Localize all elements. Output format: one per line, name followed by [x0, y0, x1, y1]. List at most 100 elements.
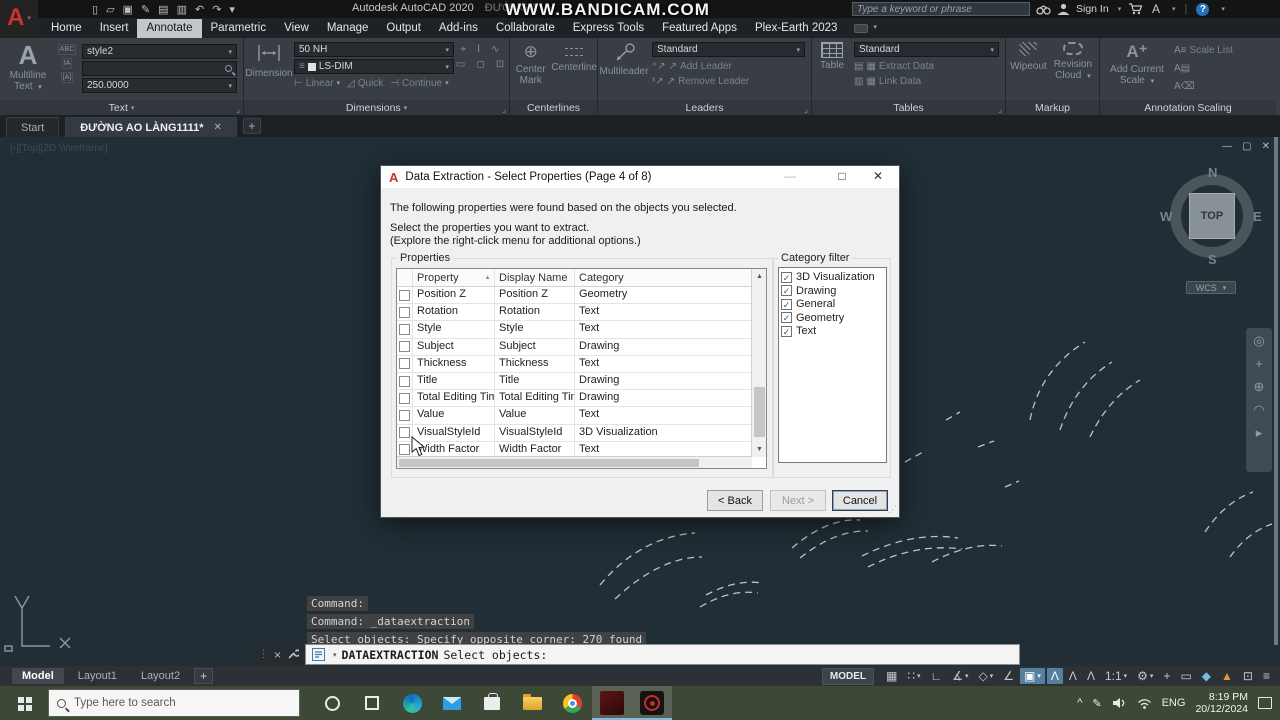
taskbar-search[interactable]: Type here to search	[48, 689, 300, 717]
category-checkbox[interactable]: ✓	[781, 312, 792, 323]
save-icon[interactable]: ▣	[123, 3, 133, 16]
navigation-wheel-icon[interactable]: ◎	[1253, 334, 1264, 348]
table-button[interactable]: Table	[812, 38, 852, 100]
new-layout-button[interactable]: +	[194, 668, 213, 684]
snap-icon[interactable]: ∷▾	[903, 668, 924, 684]
showmotion-icon[interactable]: ▸	[1256, 426, 1263, 440]
ribbon-tab-add-ins[interactable]: Add-ins	[430, 19, 487, 38]
dialog-title-bar[interactable]: A Data Extraction - Select Properties (P…	[381, 166, 899, 188]
multileader-button[interactable]: Multileader	[598, 38, 650, 100]
dim-style-select[interactable]: 50 NH▾	[294, 42, 454, 57]
save-as-icon[interactable]: ✎	[141, 3, 150, 16]
header-display-name[interactable]: Display Name	[495, 269, 575, 286]
recent-commands-icon[interactable]: ▾	[333, 651, 337, 659]
row-checkbox[interactable]	[399, 341, 410, 352]
start-button[interactable]	[0, 686, 48, 720]
cart-icon[interactable]	[1128, 3, 1143, 15]
close-command-line-icon[interactable]: ×	[274, 648, 281, 662]
screen-record-icon[interactable]	[854, 24, 868, 33]
dialog-launcher-icon[interactable]: ⌟	[998, 105, 1002, 114]
file-tab-active-document[interactable]: ĐƯỜNG AO LÀNG1111*✕	[65, 117, 237, 137]
redo-icon[interactable]: ↷	[212, 3, 221, 16]
dialog-maximize-button[interactable]: □	[831, 169, 853, 183]
cortana-taskbar-button[interactable]	[312, 686, 352, 720]
row-checkbox[interactable]	[399, 358, 410, 369]
row-checkbox[interactable]	[399, 307, 410, 318]
row-checkbox[interactable]	[399, 376, 410, 387]
ribbon-tab-collaborate[interactable]: Collaborate	[487, 19, 564, 38]
layout-tab-model[interactable]: Model	[12, 668, 64, 684]
wifi-icon[interactable]	[1137, 698, 1152, 709]
category-checkbox[interactable]: ✓	[781, 285, 792, 296]
continue-button[interactable]: Continue	[402, 78, 442, 89]
chevron-down-icon[interactable]: ▾	[873, 23, 877, 31]
layout-tab-layout1[interactable]: Layout1	[68, 668, 127, 684]
scroll-up-icon[interactable]: ▲	[752, 269, 767, 284]
hidden-icons-chevron[interactable]: ^	[1077, 697, 1082, 709]
command-input[interactable]: ▾ DATAEXTRACTION Select objects:	[305, 644, 1020, 665]
dim-layer-select[interactable]: ≡LS-DIM▾	[294, 59, 454, 74]
spell-check-icon[interactable]: ABC	[58, 44, 76, 55]
customization-icon[interactable]: ≡	[1259, 668, 1274, 684]
layout-tab-layout2[interactable]: Layout2	[131, 668, 190, 684]
ribbon-tab-insert[interactable]: Insert	[91, 19, 138, 38]
dim-update-icon[interactable]: ▭	[456, 59, 465, 70]
ribbon-tab-output[interactable]: Output	[377, 19, 430, 38]
help-search-input[interactable]	[852, 2, 1030, 16]
panel-title-markup[interactable]: Markup	[1006, 100, 1099, 115]
dialog-launcher-icon[interactable]: ⌟	[502, 105, 506, 114]
model-space-indicator[interactable]: MODEL	[822, 668, 874, 685]
link-data-button[interactable]: Link Data	[879, 76, 921, 87]
cancel-button[interactable]: Cancel	[832, 490, 888, 511]
row-checkbox[interactable]	[399, 410, 410, 421]
category-checkbox[interactable]: ✓	[781, 299, 792, 310]
object-snap-icon[interactable]: ▣▾	[1020, 668, 1045, 684]
ortho-icon[interactable]: ∟	[927, 668, 947, 684]
dim-jog-icon[interactable]: ∿	[491, 44, 499, 55]
workspace-icon[interactable]: ⚙▾	[1133, 668, 1157, 684]
horizontal-scroll-thumb[interactable]	[399, 459, 699, 467]
remove-leader-button[interactable]: Remove Leader	[678, 76, 749, 87]
compass-north-label[interactable]: N	[1208, 165, 1217, 180]
dialog-launcher-icon[interactable]: ⌟	[236, 105, 240, 114]
close-tab-icon[interactable]: ✕	[214, 122, 222, 133]
center-mark-button[interactable]: ⊕ Center Mark	[510, 38, 551, 100]
text-height-select[interactable]: 250.0000▾	[82, 78, 237, 93]
ribbon-tab-parametric[interactable]: Parametric	[202, 19, 276, 38]
panel-title-text[interactable]: Text▾⌟	[0, 100, 243, 115]
panel-title-tables[interactable]: Tables⌟	[812, 100, 1005, 115]
compass-west-label[interactable]: W	[1160, 209, 1172, 224]
row-checkbox[interactable]	[399, 324, 410, 335]
table-row[interactable]: Total Editing TimeTotal Editing TimeDraw…	[397, 390, 752, 407]
dim-override-icon[interactable]: ◻	[476, 59, 484, 70]
quick-properties-icon[interactable]: ▭	[1176, 668, 1195, 684]
polar-tracking-icon[interactable]: ∡▾	[948, 668, 972, 684]
pen-icon[interactable]: ✎	[1092, 697, 1101, 710]
revision-cloud-button[interactable]: Revision Cloud ▾	[1051, 38, 1095, 100]
header-property[interactable]: Property	[413, 269, 495, 286]
centerline-button[interactable]: Centerline	[551, 38, 597, 100]
autoscale-icon[interactable]: Λ	[1065, 668, 1081, 684]
quick-button[interactable]: Quick	[358, 78, 384, 89]
text-height-icon[interactable]: [A]	[61, 72, 74, 83]
chrome-taskbar-button[interactable]	[552, 686, 592, 720]
category-filter-item[interactable]: ✓Drawing	[781, 285, 884, 297]
multiline-text-button[interactable]: A Multiline Text ▾	[0, 38, 56, 100]
table-row[interactable]: Position ZPosition ZGeometry	[397, 287, 752, 304]
bandicam-taskbar-button[interactable]	[632, 686, 672, 720]
chevron-down-icon[interactable]: ▾	[1221, 5, 1225, 13]
table-horizontal-scrollbar[interactable]	[397, 456, 752, 468]
isometric-drafting-icon[interactable]: ◇▾	[975, 668, 998, 684]
compass-south-label[interactable]: S	[1208, 252, 1217, 267]
table-row[interactable]: TitleTitleDrawing	[397, 373, 752, 390]
viewcube-top-face[interactable]: TOP	[1189, 193, 1235, 239]
edge-taskbar-button[interactable]	[392, 686, 432, 720]
chevron-down-icon[interactable]: ▾	[1118, 5, 1122, 13]
add-leader-button[interactable]: Add Leader	[680, 61, 732, 72]
row-checkbox[interactable]	[399, 393, 410, 404]
plot-icon[interactable]: ▤	[158, 3, 168, 16]
search-binoculars-icon[interactable]	[1036, 4, 1051, 15]
panel-title-annotation-scaling[interactable]: Annotation Scaling	[1100, 100, 1276, 115]
crosshair-icon[interactable]: +	[1159, 668, 1174, 684]
store-taskbar-button[interactable]	[472, 686, 512, 720]
